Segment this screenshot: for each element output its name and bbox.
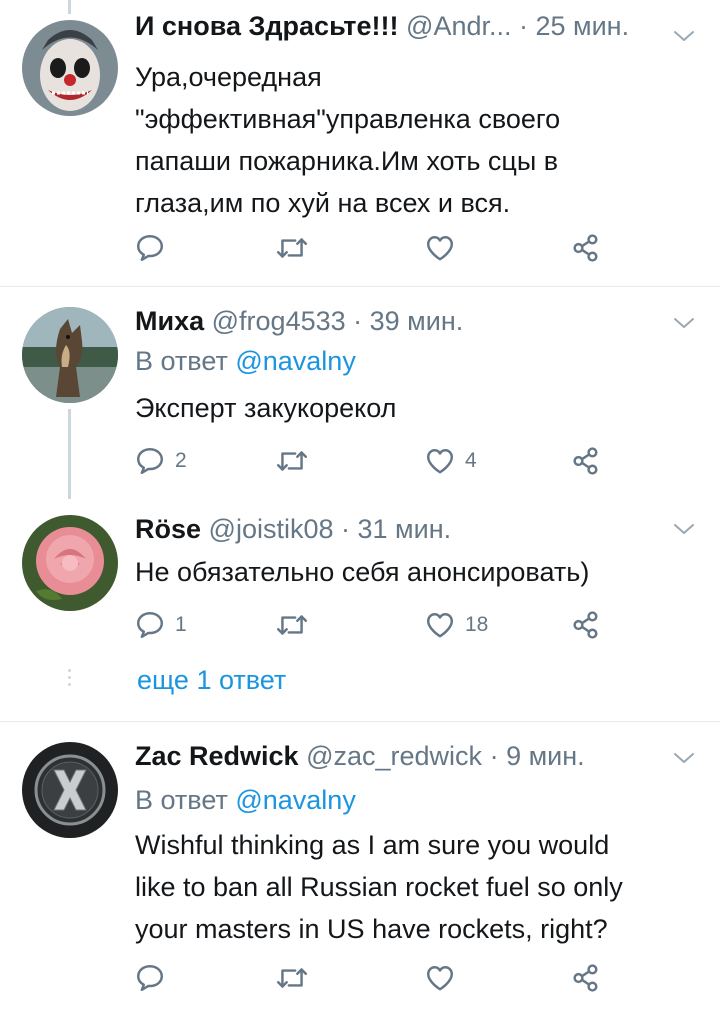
reply-prefix: В ответ — [135, 785, 228, 815]
heart-icon — [425, 610, 455, 640]
tweet-header: Zac Redwick @zac_redwick · 9 мин. — [135, 738, 660, 774]
tweet-text-line: your masters in US have rockets, right? — [135, 914, 608, 944]
retweet-icon — [275, 446, 309, 476]
tweet-text: Wishful thinking as I am sure you would … — [135, 824, 695, 950]
reply-icon — [135, 233, 165, 263]
like-button[interactable] — [425, 962, 465, 994]
like-count: 18 — [465, 613, 489, 636]
retweet-button[interactable] — [275, 445, 319, 477]
timestamp[interactable]: · 25 мин. — [519, 11, 629, 41]
handle[interactable]: @zac_redwick — [306, 741, 482, 771]
share-button[interactable] — [571, 445, 601, 477]
retweet-button[interactable] — [275, 962, 319, 994]
tweet-text-line: Ура,очередная — [135, 62, 322, 92]
chevron-down-icon[interactable] — [672, 521, 696, 537]
tweet-text-line: Не обязательно себя анонсировать) — [135, 557, 590, 587]
share-button[interactable] — [571, 609, 601, 641]
reply-context: В ответ @navalny — [135, 343, 356, 379]
tweet-text: Эксперт закукорекол — [135, 387, 695, 429]
reply-count: 2 — [175, 449, 187, 472]
like-count: 4 — [465, 449, 477, 472]
retweet-icon — [275, 610, 309, 640]
retweet-button[interactable] — [275, 609, 319, 641]
tweet-header: Миха @frog4533 · 39 мин. — [135, 303, 660, 339]
tweet-text-line: папаши пожарника.Им хоть сцы в — [135, 146, 559, 176]
avatar[interactable] — [22, 20, 118, 116]
collapsed-thread-dots — [67, 669, 72, 690]
heart-icon — [425, 233, 455, 263]
display-name[interactable]: И снова Здрасьте!!! — [135, 11, 399, 41]
heart-icon — [425, 963, 455, 993]
like-button[interactable]: 18 — [425, 609, 488, 641]
share-icon — [571, 610, 601, 640]
share-button[interactable] — [571, 962, 601, 994]
share-icon — [571, 446, 601, 476]
reply-icon — [135, 610, 165, 640]
reply-button[interactable]: 2 — [135, 445, 187, 477]
reply-button[interactable]: 1 — [135, 609, 187, 641]
tweet-actions — [135, 962, 615, 994]
tweet-actions — [135, 232, 615, 264]
tweet-2[interactable]: Миха @frog4533 · 39 мин. В ответ @navaln… — [0, 287, 720, 499]
timestamp[interactable]: · 39 мин. — [353, 306, 463, 336]
tweet-actions: 2 4 — [135, 445, 615, 477]
tweet-text-line: like to ban all Russian rocket fuel so o… — [135, 872, 623, 902]
share-button[interactable] — [571, 232, 601, 264]
tweet-header: Röse @joistik08 · 31 мин. — [135, 511, 660, 547]
show-more-replies-link[interactable]: еще 1 ответ — [137, 665, 286, 696]
avatar[interactable] — [22, 742, 118, 838]
reply-icon — [135, 963, 165, 993]
handle[interactable]: @Andr... — [406, 11, 511, 41]
mention-link[interactable]: @navalny — [235, 785, 355, 815]
display-name[interactable]: Röse — [135, 514, 201, 544]
tweet-text-line: Эксперт закукорекол — [135, 393, 397, 423]
reply-button[interactable] — [135, 232, 175, 264]
retweet-icon — [275, 233, 309, 263]
like-button[interactable]: 4 — [425, 445, 477, 477]
display-name[interactable]: Zac Redwick — [135, 741, 299, 771]
share-icon — [571, 233, 601, 263]
timestamp[interactable]: · 9 мин. — [490, 741, 585, 771]
tweet-actions: 1 18 — [135, 609, 615, 641]
reply-button[interactable] — [135, 962, 175, 994]
chevron-down-icon[interactable] — [672, 750, 696, 766]
chevron-down-icon[interactable] — [672, 315, 696, 331]
thread-line — [68, 409, 71, 499]
display-name[interactable]: Миха — [135, 306, 204, 336]
reply-icon — [135, 446, 165, 476]
tweet-3[interactable]: Röse @joistik08 · 31 мин. Не обязательно… — [0, 499, 720, 721]
reply-count: 1 — [175, 613, 187, 636]
tweet-text: Не обязательно себя анонсировать) — [135, 551, 695, 593]
avatar[interactable] — [22, 515, 118, 611]
tweet-header: И снова Здрасьте!!! @Andr... · 25 мин. — [135, 8, 660, 44]
heart-icon — [425, 446, 455, 476]
tweet-text-line: "эффективная"управленка своего — [135, 104, 561, 134]
retweet-button[interactable] — [275, 232, 319, 264]
reply-prefix: В ответ — [135, 346, 228, 376]
tweet-1[interactable]: И снова Здрасьте!!! @Andr... · 25 мин. У… — [0, 0, 720, 286]
handle[interactable]: @joistik08 — [209, 514, 334, 544]
tweet-text: Ура,очередная "эффективная"управленка св… — [135, 56, 695, 224]
retweet-icon — [275, 963, 309, 993]
share-icon — [571, 963, 601, 993]
tweet-4[interactable]: Zac Redwick @zac_redwick · 9 мин. В отве… — [0, 722, 720, 1014]
tweet-text-line: Wishful thinking as I am sure you would — [135, 830, 610, 860]
chevron-down-icon[interactable] — [672, 28, 696, 44]
like-button[interactable] — [425, 232, 465, 264]
reply-context: В ответ @navalny — [135, 782, 356, 818]
handle[interactable]: @frog4533 — [212, 306, 346, 336]
mention-link[interactable]: @navalny — [235, 346, 355, 376]
timestamp[interactable]: · 31 мин. — [341, 514, 451, 544]
tweet-text-line: глаза,им по хуй на всех и вся. — [135, 188, 511, 218]
avatar[interactable] — [22, 307, 118, 403]
